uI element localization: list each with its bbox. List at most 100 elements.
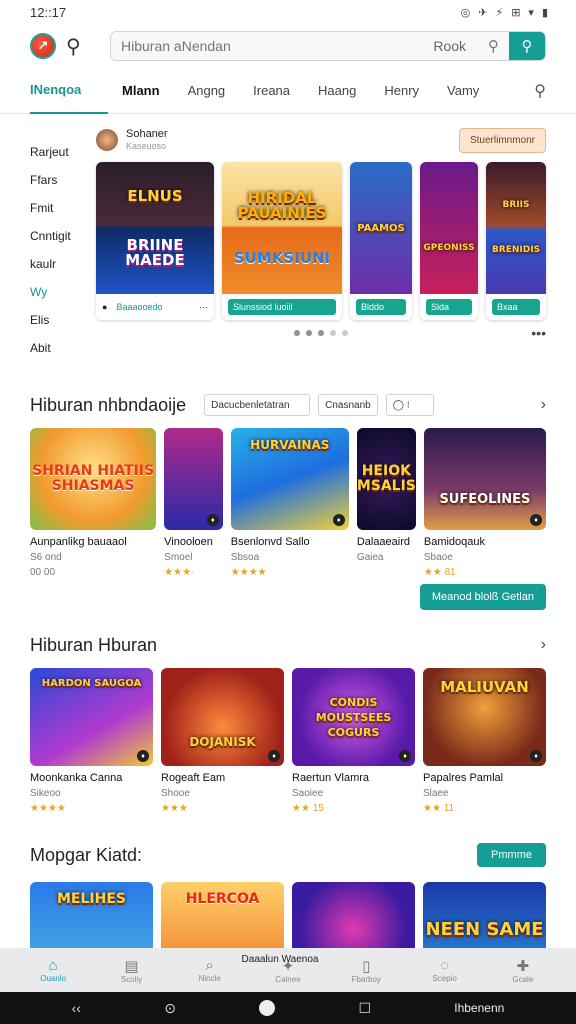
game-sub: Shooe: [161, 788, 190, 799]
side-item[interactable]: Abit: [30, 334, 96, 362]
card-art-title: ELNUS: [127, 186, 183, 205]
nav-item[interactable]: ✚ Gcale: [493, 957, 553, 984]
status-icons: ◎ ✈ ⚡ ⊞ ▾ ▮: [461, 6, 548, 19]
system-nav: ‹‹ ⊙ ☐ Ihbenenn: [0, 992, 576, 1024]
bolt-icon: ⚡: [495, 6, 504, 19]
game-card[interactable]: HEIOK MSALIS Dalaaeaird Gaiea: [356, 428, 416, 578]
tab-1[interactable]: Mlann: [108, 68, 174, 114]
game-rating: 00 00: [30, 567, 56, 578]
card-art-title: BRIIS: [502, 200, 530, 210]
game-card[interactable]: ♦ Vinooloen Smoel ★★★·: [164, 428, 223, 578]
nav-item[interactable]: ▤ Scoliy: [101, 957, 161, 984]
game-rating: ★★ 81: [423, 567, 456, 578]
section-2: Hiburan Hburan › HARDON SAUGOA ♦ Moonkank…: [0, 630, 576, 814]
tab-5[interactable]: Henry: [370, 68, 433, 114]
section-1-header: Hiburan nhbndaoije Dacucbenletatran Cnas…: [30, 390, 546, 420]
nav-item[interactable]: ◌ Scepio: [415, 957, 475, 983]
recent-apps-icon[interactable]: ☐: [358, 1000, 371, 1017]
tab-2[interactable]: Angng: [174, 68, 240, 114]
section-1: Hiburan nhbndaoije Dacucbenletatran Cnas…: [0, 390, 576, 610]
side-item-active[interactable]: Wy: [30, 278, 96, 306]
carousel-dot[interactable]: [318, 330, 324, 336]
game-art-title: SUFEOLINES: [439, 491, 531, 507]
game-card[interactable]: HURVAINAS ♦ Bsenlonvd Sallo Sbsoa ★★★★: [230, 428, 349, 578]
home-button[interactable]: [259, 1000, 276, 1016]
game-card[interactable]: DOJANISK ♦ Rogeaft Eam Shooe ★★★: [161, 668, 284, 814]
game-name: Dalaaeaird: [356, 536, 411, 548]
chevron-right-icon[interactable]: ›: [541, 636, 546, 654]
side-item[interactable]: Elis: [30, 306, 96, 334]
game-card[interactable]: HARDON SAUGOA ♦ Moonkanka Canna Sikeoo ★★…: [30, 668, 153, 814]
game-card[interactable]: CONDIS MOUSTSEES COGURS ♦ Raertun Vlamra …: [292, 668, 415, 814]
side-item[interactable]: Ffars: [30, 166, 96, 194]
library-icon: ▯: [362, 957, 371, 975]
featured-card[interactable]: ELNUS BRIINE MAEDE ● Baaaooedo ···: [96, 162, 214, 320]
carousel-dot[interactable]: [306, 330, 312, 336]
section-title: Hiburan Hburan: [30, 634, 158, 655]
tab-3[interactable]: Ireana: [239, 68, 304, 114]
side-item[interactable]: kaulr: [30, 250, 96, 278]
game-card[interactable]: MALIUVAN ♦ Papalres Pamlal Slaee ★★ 11: [423, 668, 546, 814]
search-icon[interactable]: ⚲: [66, 34, 86, 59]
featured-action-button[interactable]: Stuerlimnmonr: [458, 127, 546, 153]
game-badge: ♦: [530, 750, 542, 762]
game-name: Moonkanka Canna: [30, 772, 123, 784]
filter-dropdown[interactable]: ◯ ⁝: [385, 394, 434, 416]
nav-home[interactable]: ⌂ Ouanlo: [23, 957, 83, 983]
section-title: Hiburan nhbndaoije: [30, 394, 187, 415]
search-input[interactable]: [111, 38, 434, 54]
chevron-right-icon[interactable]: ›: [541, 396, 546, 414]
game-card[interactable]: SHRIAN HIATIIS SHIASMAS Aunpanlikg bauaa…: [30, 428, 157, 578]
avatar[interactable]: [96, 129, 118, 151]
side-item[interactable]: Rarjeut: [30, 138, 96, 166]
game-sub: Sbsoa: [230, 552, 260, 563]
featured-card[interactable]: GPEONISS Slda: [420, 162, 478, 320]
carousel-dot[interactable]: [342, 330, 348, 336]
featured-card[interactable]: HIRIDAL PAUAINIES SUMKSIUNI Slunssiod lu…: [222, 162, 342, 320]
side-item[interactable]: Cnntigit: [30, 222, 96, 250]
nav-label: Ouanlo: [40, 974, 67, 983]
system-label: Ihbenenn: [454, 1001, 505, 1015]
section-3-button[interactable]: Pmmme: [477, 843, 546, 867]
game-name: Vinooloen: [164, 536, 213, 548]
game-rating: ★★★·: [164, 567, 195, 578]
tab-6[interactable]: Vamy: [433, 68, 493, 114]
filter-chip[interactable]: Dacucbenletatran: [204, 394, 311, 416]
status-time: 12::17: [30, 4, 67, 20]
assistant-icon[interactable]: ⊙: [164, 1000, 176, 1017]
game-art-title: DOJANISK: [189, 734, 256, 749]
game-art-title: CONDIS MOUSTSEES COGURS: [315, 695, 392, 739]
card-footer: Slunssiod luoiil: [228, 299, 336, 315]
search-bar: Rook ⚲ ⚲: [110, 31, 546, 61]
game-sub: Smoel: [164, 552, 193, 563]
list-icon: ▤: [124, 957, 139, 975]
game-card[interactable]: SUFEOLINES ♦ Bamidoqauk Sbaoe ★★ 81: [423, 428, 546, 578]
tab-4[interactable]: Haang: [304, 68, 370, 114]
tab-search-icon[interactable]: ⚲: [534, 81, 546, 101]
voice-search-button[interactable]: ⚲: [509, 32, 545, 60]
home-icon: ⌂: [48, 957, 58, 974]
more-icon[interactable]: ···: [199, 302, 208, 312]
featured-header: Sohaner Kaseuoso Stuerlimnmonr: [96, 124, 546, 156]
see-all-button[interactable]: Meanod blolß Getlan: [419, 584, 546, 610]
tab-home[interactable]: INenqoa: [30, 68, 108, 114]
card-art-subtitle: SUMKSIUNI: [233, 248, 331, 267]
featured-panel: Sohaner Kaseuoso Stuerlimnmonr ELNUS BRI…: [96, 124, 576, 360]
more-options-icon[interactable]: •••: [531, 325, 546, 341]
game-name: Bamidoqauk: [423, 536, 486, 548]
carousel-dot[interactable]: [294, 330, 300, 336]
featured-card[interactable]: BRIIS BRENIDIS Bxaa: [486, 162, 546, 320]
game-badge: ♦: [268, 750, 280, 762]
notification-icon: ◎: [460, 6, 471, 19]
magnifier-icon[interactable]: ⚲: [488, 37, 509, 55]
filter-chip[interactable]: Cnasnanb: [318, 394, 378, 416]
card-footer: Bxaa: [492, 299, 540, 315]
back-icon[interactable]: ‹‹: [72, 1000, 81, 1016]
mic-icon: ⚲: [521, 38, 533, 55]
game-row: HARDON SAUGOA ♦ Moonkanka Canna Sikeoo ★★…: [30, 668, 546, 814]
app-logo[interactable]: ↗: [30, 33, 56, 59]
featured-card[interactable]: PAAMOS Blddo: [350, 162, 412, 320]
carousel-dot[interactable]: [330, 330, 336, 336]
side-item[interactable]: Fmit: [30, 194, 96, 222]
game-sub: Slaee: [423, 788, 449, 799]
